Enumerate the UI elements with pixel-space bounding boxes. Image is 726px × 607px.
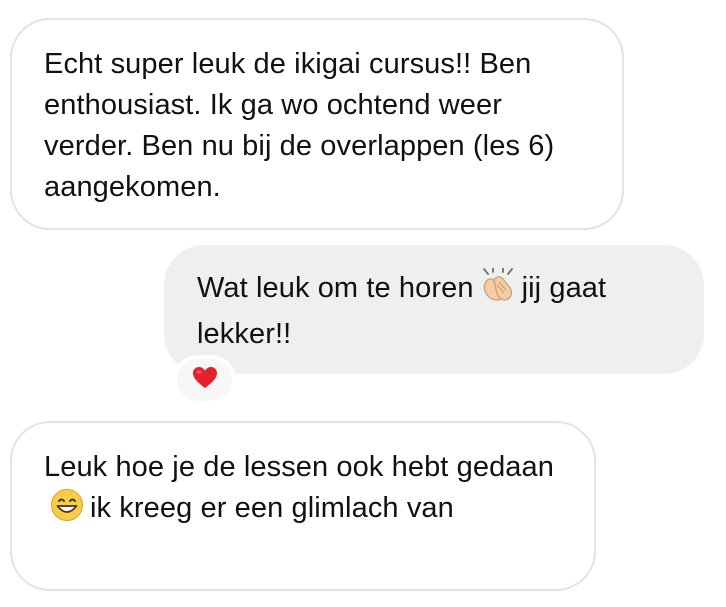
incoming-message[interactable]: Echt super leuk de ikigai cursus!! Ben e… bbox=[10, 18, 624, 230]
outgoing-message[interactable]: Wat leuk om te horen jij gaat lekker!! bbox=[164, 245, 704, 374]
incoming-message[interactable]: Leuk hoe je de lessen ook hebt gedaan ik… bbox=[10, 421, 596, 591]
grinning-face-icon bbox=[50, 488, 84, 534]
clapping-hands-icon bbox=[480, 267, 516, 314]
red-heart-icon bbox=[192, 366, 218, 395]
message-text: ik kreeg er een glimlach van bbox=[90, 492, 454, 524]
message-reaction[interactable] bbox=[173, 355, 236, 405]
message-text: Echt super leuk de ikigai cursus!! Ben e… bbox=[44, 48, 555, 203]
message-text: Leuk hoe je de lessen ook hebt gedaan bbox=[44, 451, 554, 483]
chat-thread: Echt super leuk de ikigai cursus!! Ben e… bbox=[0, 0, 726, 607]
message-text: Wat leuk om te horen bbox=[197, 272, 474, 304]
